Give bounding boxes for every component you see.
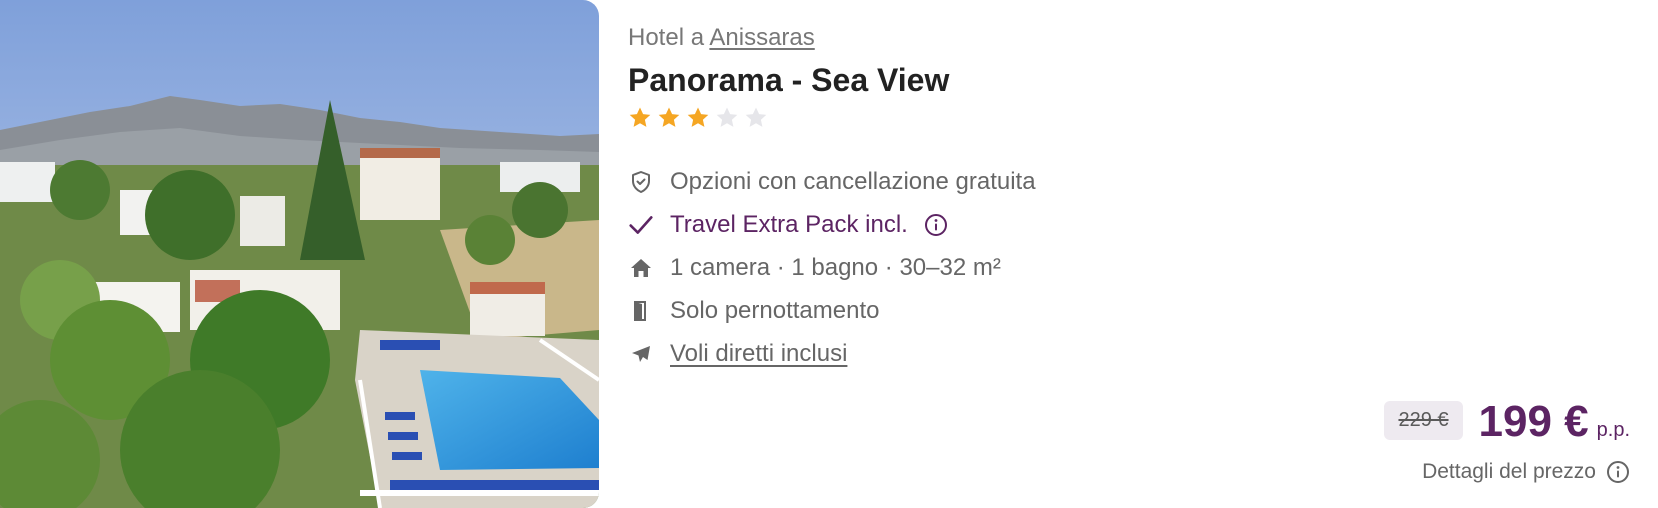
feature-label: Travel Extra Pack incl. bbox=[670, 210, 908, 238]
star-empty-icon bbox=[745, 107, 767, 127]
feature-label: Opzioni con cancellazione gratuita bbox=[670, 167, 1036, 195]
old-price: 229 € bbox=[1384, 401, 1463, 440]
door-icon bbox=[628, 298, 654, 324]
info-icon[interactable] bbox=[924, 213, 948, 237]
hotel-photo[interactable] bbox=[0, 0, 599, 508]
price-row: 229 € 199 € p.p. bbox=[1384, 400, 1630, 448]
price-unit: p.p. bbox=[1596, 419, 1630, 441]
feature-board: Solo pernottamento bbox=[628, 289, 1036, 332]
hotel-card[interactable]: Hotel a Anissaras Panorama - Sea View Op… bbox=[0, 0, 1658, 508]
current-price: 199 € bbox=[1478, 397, 1589, 446]
price-details-label: Dettagli del prezzo bbox=[1422, 460, 1596, 483]
hotel-photo-image bbox=[0, 0, 599, 508]
plane-icon bbox=[628, 341, 654, 367]
feature-travel-extra-pack: Travel Extra Pack incl. bbox=[628, 203, 1036, 246]
shield-check-icon bbox=[628, 169, 654, 195]
location-link[interactable]: Anissaras bbox=[709, 24, 814, 51]
star-icon bbox=[629, 107, 651, 127]
hotel-location: Hotel a Anissaras bbox=[628, 24, 815, 52]
feature-label: 1 camera · 1 bagno · 30–32 m² bbox=[670, 253, 1001, 281]
hotel-name[interactable]: Panorama - Sea View bbox=[628, 62, 949, 99]
feature-room-info: 1 camera · 1 bagno · 30–32 m² bbox=[628, 246, 1036, 289]
feature-direct-flights: Voli diretti inclusi bbox=[628, 332, 1036, 375]
location-prefix: Hotel a bbox=[628, 24, 705, 51]
feature-free-cancellation: Opzioni con cancellazione gratuita bbox=[628, 160, 1036, 203]
feature-label: Solo pernottamento bbox=[670, 296, 880, 324]
direct-flights-link[interactable]: Voli diretti inclusi bbox=[670, 340, 847, 368]
star-icon bbox=[687, 107, 709, 127]
star-empty-icon bbox=[716, 107, 738, 127]
price-details-link[interactable]: Dettagli del prezzo bbox=[1422, 460, 1630, 484]
check-icon bbox=[628, 212, 654, 238]
info-icon[interactable] bbox=[1606, 460, 1630, 484]
star-icon bbox=[658, 107, 680, 127]
feature-list: Opzioni con cancellazione gratuita Trave… bbox=[628, 160, 1036, 375]
house-icon bbox=[628, 255, 654, 281]
star-rating bbox=[628, 106, 768, 130]
